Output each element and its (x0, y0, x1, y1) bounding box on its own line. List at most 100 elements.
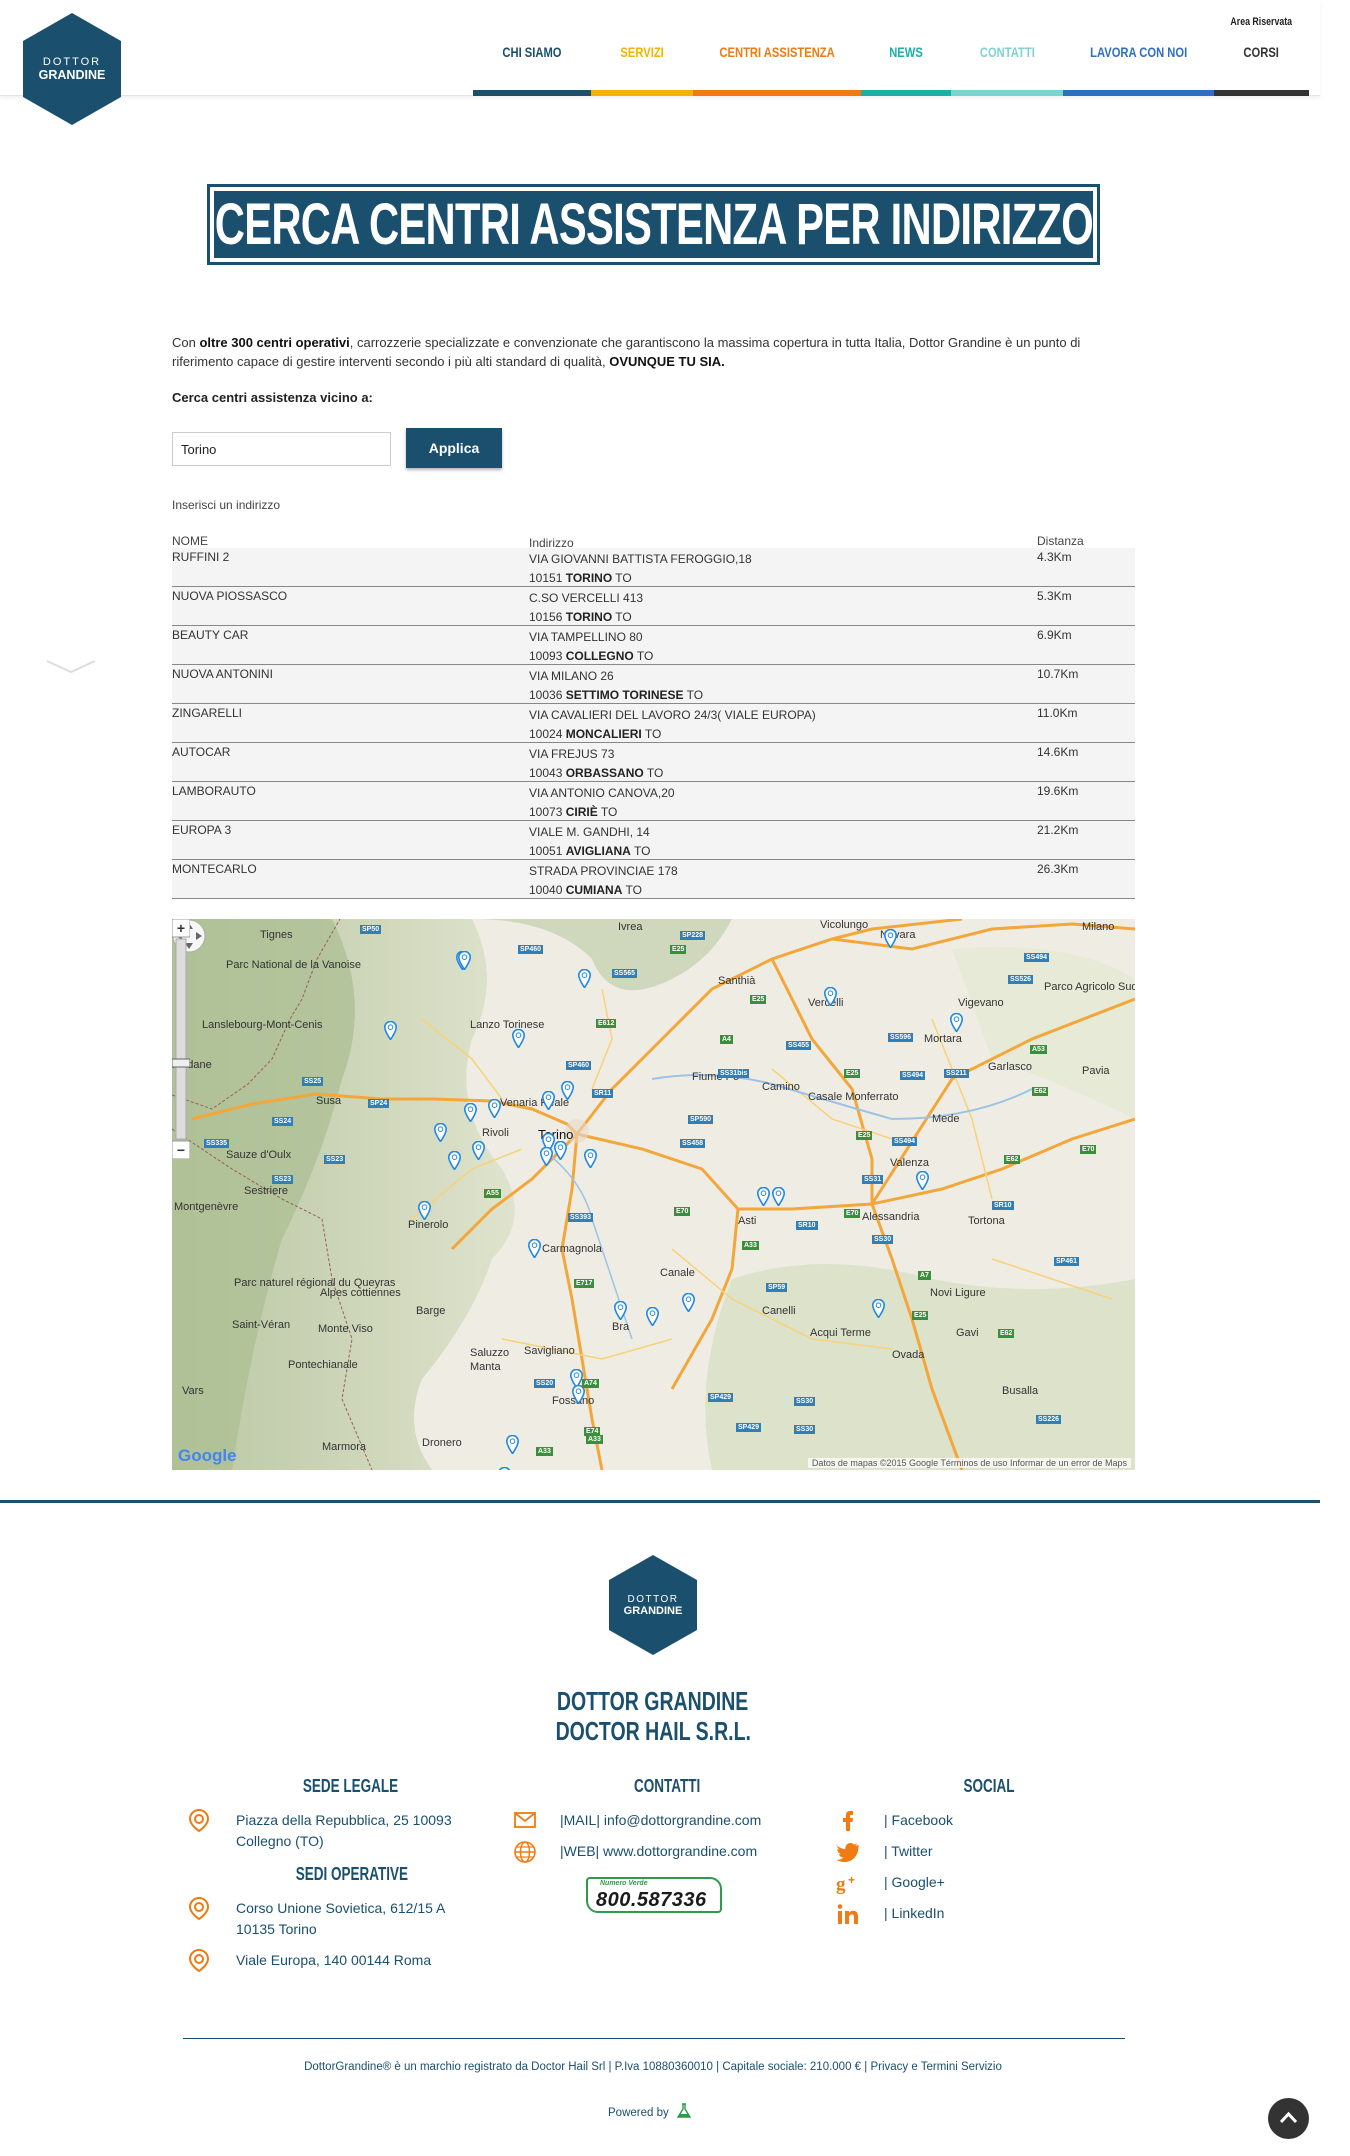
map-marker-icon[interactable] (646, 1307, 659, 1326)
map-place-label: Sestriere (244, 1185, 289, 1197)
map-marker-icon[interactable] (872, 1299, 885, 1318)
address-hint: Inserisci un indirizzo (172, 498, 281, 512)
nav-item-news[interactable]: NEWS (861, 42, 951, 96)
map-marker-icon[interactable] (584, 1149, 597, 1168)
road-shield: SP429 (736, 1423, 762, 1432)
road-shield: SS526 (1008, 975, 1034, 984)
table-row[interactable]: ZINGARELLI VIA CAVALIERI DEL LAVORO 24/3(… (172, 704, 1135, 743)
center-name: ZINGARELLI (172, 706, 243, 720)
linkedin-icon[interactable] (836, 1902, 860, 1926)
nav-item-label: SERVIZI (620, 44, 664, 60)
google-plus-icon[interactable]: g + (836, 1871, 860, 1895)
mail-link[interactable]: |MAIL| info@dottorgrandine.com (560, 1810, 761, 1831)
main-nav: CHI SIAMO SERVIZI CENTRI ASSISTENZA NEWS CON… (473, 42, 1309, 96)
map-marker-icon[interactable] (434, 1123, 447, 1142)
facebook-icon[interactable] (836, 1808, 860, 1832)
nav-item-lavora-con-noi[interactable]: LAVORA CON NOI (1063, 42, 1214, 96)
center-street: VIA CAVALIERI DEL LAVORO 24/3( VIALE EUR… (529, 708, 816, 722)
dottor-grandine-logo[interactable]: DOTTOR GRANDINE (23, 13, 121, 125)
map-marker-icon[interactable] (824, 987, 837, 1006)
map-marker-icon[interactable] (540, 1147, 553, 1166)
map-marker-icon[interactable] (506, 1435, 519, 1454)
address-search-input[interactable] (172, 432, 391, 466)
map-marker-icon[interactable] (578, 969, 591, 988)
table-row[interactable]: LAMBORAUTO VIA ANTONIO CANOVA,20 10073 CIR… (172, 782, 1135, 821)
map-marker-icon[interactable] (772, 1187, 785, 1206)
road-shield: SR11 (592, 1089, 614, 1098)
center-distance: 10.7Km (1037, 667, 1079, 681)
map-marker-icon[interactable] (528, 1239, 541, 1258)
linkedin-link[interactable]: | LinkedIn (884, 1903, 944, 1924)
map-view[interactable]: Tignes Parc National de la Vanoise Lansleb… (172, 919, 1135, 1470)
map-place-label: Tortona (968, 1215, 1005, 1227)
map-place-label: Parco Agricolo Sud Milano (1044, 981, 1135, 993)
map-marker-icon[interactable] (418, 1201, 431, 1220)
map-marker-icon[interactable] (561, 1081, 574, 1100)
map-marker-icon[interactable] (542, 1091, 555, 1110)
svg-text:+: + (848, 1873, 855, 1887)
table-row[interactable]: AUTOCAR VIA FREJUS 73 10043 ORBASSANO TO 14… (172, 743, 1135, 782)
map-marker-icon[interactable] (916, 1171, 929, 1190)
facebook-link[interactable]: | Facebook (884, 1810, 953, 1831)
globe-icon (514, 1841, 536, 1863)
web-link[interactable]: |WEB| www.dottorgrandine.com (560, 1841, 757, 1862)
map-marker-icon[interactable] (884, 929, 897, 948)
nav-item-contatti[interactable]: CONTATTI (951, 42, 1063, 96)
table-row[interactable]: EUROPA 3 Viale M. Gandhi, 14 10051 AVIGLIA… (172, 821, 1135, 860)
table-row[interactable]: NUOVA ANTONINI VIA MILANO 26 10036 SETTIMO… (172, 665, 1135, 704)
map-marker-icon[interactable] (488, 1099, 501, 1118)
map-marker-icon[interactable] (498, 1467, 511, 1470)
twitter-icon[interactable] (836, 1840, 860, 1864)
center-distance: 4.3Km (1037, 550, 1072, 564)
map-marker-icon[interactable] (448, 1151, 461, 1170)
center-city: 10051 AVIGLIANA TO (529, 844, 651, 858)
map-place-label: Bra (612, 1321, 630, 1333)
table-row[interactable]: RUFFINI 2 VIA GIOVANNI BATTISTA FEROGGIO,… (172, 548, 1135, 587)
map-zoom-control[interactable]: + − (172, 919, 190, 1159)
road-shield: SS30 (794, 1397, 816, 1406)
road-shield: SS458 (680, 1139, 706, 1148)
road-shield: SP24 (368, 1099, 390, 1108)
center-city: 10036 SETTIMO TORINESE TO (529, 688, 704, 702)
nav-item-chi-siamo[interactable]: CHI SIAMO (473, 42, 591, 96)
numero-verde-badge[interactable]: Numero Verde 800.587336 (586, 1877, 722, 1913)
apply-button[interactable]: Applica (406, 428, 502, 468)
google-logo[interactable]: Google (178, 1446, 237, 1466)
map-place-label: Pontechianale (288, 1359, 358, 1371)
map-attribution[interactable]: Datos de mapas ©2015 Google Términos de … (807, 1458, 1131, 1468)
map-marker-icon[interactable] (458, 951, 471, 970)
map-marker-icon[interactable] (554, 1141, 567, 1160)
twitter-link[interactable]: | Twitter (884, 1841, 933, 1862)
svg-text:−: − (177, 1142, 185, 1158)
svg-text:g: g (836, 1874, 846, 1895)
chevron-down-icon[interactable] (46, 660, 96, 679)
nav-item-centri-assistenza[interactable]: CENTRI ASSISTENZA (693, 42, 861, 96)
road-shield: E25 (670, 945, 687, 954)
table-row[interactable]: MONTECARLO STRADA PROVINCIAE 178 10040 CUM… (172, 860, 1135, 899)
google-plus-link[interactable]: | Google+ (884, 1872, 945, 1893)
center-address: VIA MILANO 26 10036 SETTIMO TORINESE TO (529, 665, 1037, 703)
road-shield: SS494 (892, 1137, 918, 1146)
nav-item-corsi[interactable]: CORSI (1214, 42, 1309, 96)
map-marker-icon[interactable] (614, 1301, 627, 1320)
map-marker-icon[interactable] (472, 1141, 485, 1160)
table-row[interactable]: NUOVA PIOSSASCO C.SO VERCELLI 413 10156 TO… (172, 587, 1135, 626)
road-shield: SS335 (204, 1139, 230, 1148)
table-row[interactable]: BEAUTY CAR VIA TAMPELLINO 80 10093 COLLEGN… (172, 626, 1135, 665)
svg-text:+: + (177, 920, 185, 936)
map-marker-icon[interactable] (757, 1187, 770, 1206)
back-to-top-button[interactable] (1268, 2098, 1309, 2139)
map-marker-icon[interactable] (384, 1021, 397, 1040)
powered-by[interactable]: Powered by (608, 2103, 692, 2119)
map-marker-icon[interactable] (950, 1013, 963, 1032)
map-marker-icon[interactable] (682, 1293, 695, 1312)
map-place-label: Monte Viso (318, 1323, 373, 1335)
nav-item-servizi[interactable]: SERVIZI (591, 42, 693, 96)
map-marker-icon[interactable] (512, 1029, 525, 1048)
map-place-label: Ovada (892, 1349, 925, 1361)
area-riservata-link[interactable]: Area Riservata (1230, 16, 1292, 28)
center-name: MONTECARLO (172, 862, 257, 876)
map-place-label: Valenza (890, 1157, 929, 1169)
location-pin-icon (188, 1948, 210, 1972)
map-marker-icon[interactable] (464, 1103, 477, 1122)
